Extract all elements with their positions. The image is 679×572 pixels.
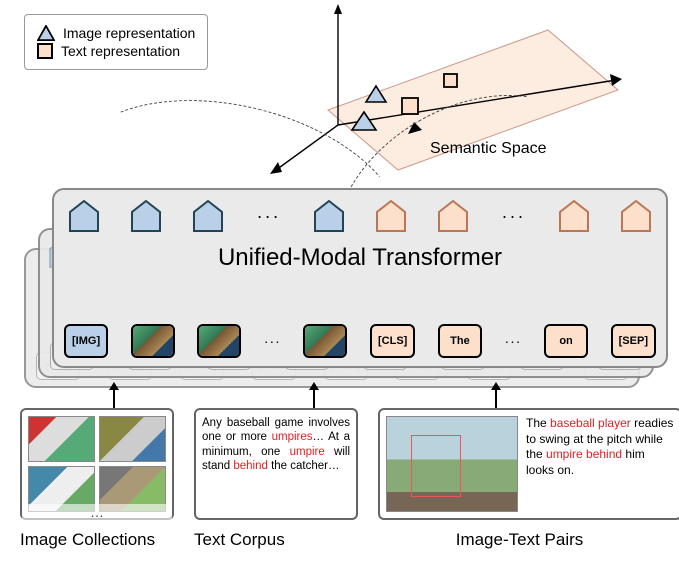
sources-row: … Any baseball game involves one or more… xyxy=(20,408,665,520)
legend-image-label: Image representation xyxy=(63,25,195,41)
output-txt-4 xyxy=(618,198,654,234)
tc-hl3: behind xyxy=(233,460,268,472)
text-corpus-box: Any baseball game involves one or more u… xyxy=(194,408,358,520)
output-txt-1 xyxy=(373,198,409,234)
tok-img-patch-1 xyxy=(131,324,175,358)
legend-row-image: Image representation xyxy=(37,25,195,41)
pair-photo xyxy=(386,416,518,512)
thumb-2 xyxy=(99,416,166,462)
tok-img-tag: [IMG] xyxy=(64,324,108,358)
input-dots-2: ··· xyxy=(504,333,521,349)
pc-hl1: baseball player xyxy=(550,416,631,430)
transformer-stack-front: ··· ··· Unified-Modal Transformer [IMG] … xyxy=(52,188,668,368)
transformer-title: Unified-Modal Transformer xyxy=(54,244,666,272)
tok-img-patch-3 xyxy=(303,324,347,358)
image-collections-box: … xyxy=(20,408,174,520)
pc-pre: The xyxy=(526,416,550,430)
tc-hl2: umpire xyxy=(290,446,325,458)
input-row: [IMG] ··· [CLS] The ··· on [SEP] xyxy=(64,324,656,358)
legend-text-label: Text representation xyxy=(61,43,180,59)
output-img-2 xyxy=(128,198,164,234)
tc-post: the catcher… xyxy=(268,460,340,472)
source-labels: Image Collections Text Corpus Image-Text… xyxy=(20,530,667,550)
triangle-icon xyxy=(37,25,55,41)
thumb-1 xyxy=(28,416,95,462)
arrow-from-pairs xyxy=(495,388,497,410)
square-icon xyxy=(37,43,53,59)
image-collections-more: … xyxy=(22,504,172,520)
input-dots-1: ··· xyxy=(264,333,281,349)
output-img-4 xyxy=(311,198,347,234)
legend-row-text: Text representation xyxy=(37,43,195,59)
output-row: ··· ··· xyxy=(66,198,654,234)
tok-word-the: The xyxy=(438,324,482,358)
output-img-1 xyxy=(66,198,102,234)
pc-hl2: umpire behind xyxy=(546,447,622,461)
arrow-from-text xyxy=(313,388,315,410)
legend-box: Image representation Text representation xyxy=(24,14,208,70)
output-dots-1: ··· xyxy=(253,206,285,227)
output-dots-2: ··· xyxy=(498,206,530,227)
pair-box: The baseball player readies to swing at … xyxy=(378,408,679,520)
label-text-corpus: Text Corpus xyxy=(194,530,372,550)
output-txt-3 xyxy=(556,198,592,234)
output-img-3 xyxy=(190,198,226,234)
tc-hl1: umpires xyxy=(272,431,313,443)
pair-caption: The baseball player readies to swing at … xyxy=(526,416,674,512)
output-txt-2 xyxy=(435,198,471,234)
arrow-from-images xyxy=(113,388,115,410)
tok-sep: [SEP] xyxy=(611,324,656,358)
label-image-collections: Image Collections xyxy=(20,530,194,550)
label-pairs: Image-Text Pairs xyxy=(372,530,667,550)
tok-word-on: on xyxy=(544,324,588,358)
tok-img-patch-2 xyxy=(197,324,241,358)
tok-cls: [CLS] xyxy=(370,324,415,358)
